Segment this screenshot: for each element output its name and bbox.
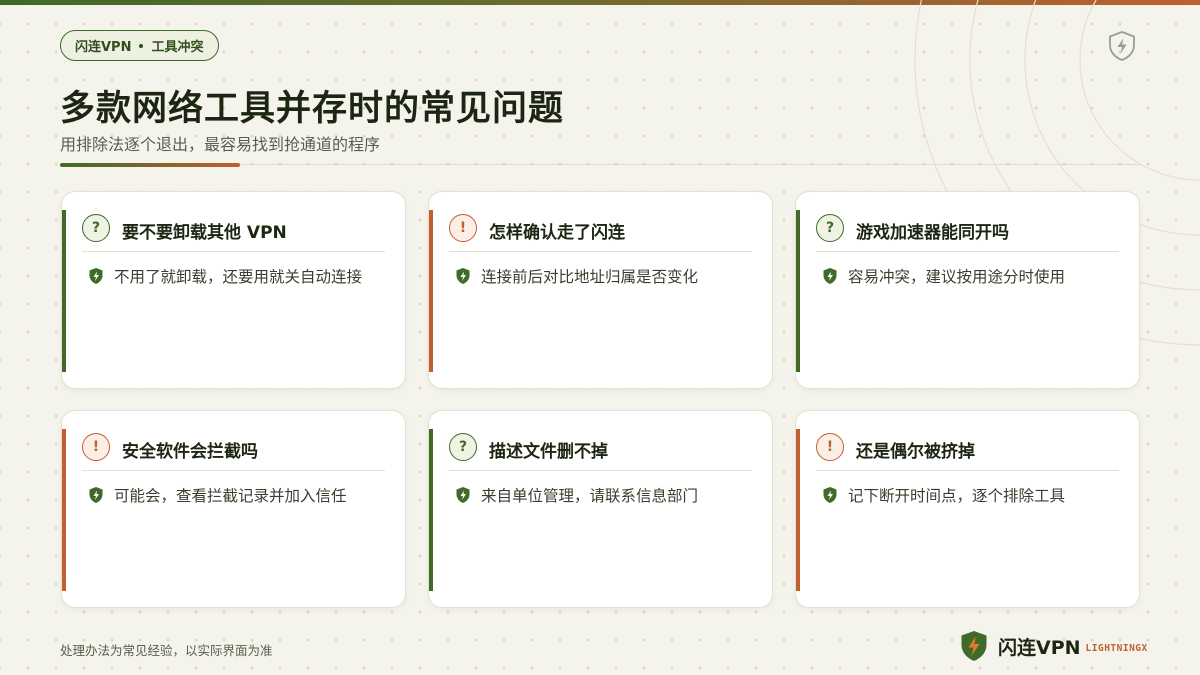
warning-icon: ! xyxy=(449,214,477,242)
tag-brand: 闪连VPN xyxy=(75,40,132,55)
top-gradient-strip xyxy=(0,0,1200,5)
shield-check-icon xyxy=(823,268,837,284)
faq-card: ! 还是偶尔被挤掉 记下断开时间点，逐个排除工具 xyxy=(795,410,1140,608)
topic-tag: 闪连VPN 工具冲突 xyxy=(60,30,219,61)
shield-check-icon xyxy=(456,268,470,284)
answer-text: 记下断开时间点，逐个排除工具 xyxy=(848,487,1066,505)
question-icon: ? xyxy=(816,214,844,242)
question-icon: ? xyxy=(82,214,110,242)
page-title: 多款网络工具并存时的常见问题 xyxy=(60,89,565,129)
warning-icon: ! xyxy=(816,433,844,461)
brand-english-name: LIGHTNINGX xyxy=(1085,642,1148,654)
card-answer: 记下断开时间点，逐个排除工具 xyxy=(822,483,1102,509)
card-accent-bar xyxy=(429,210,433,372)
card-question: 要不要卸载其他 VPN xyxy=(122,223,287,243)
faq-card: ! 安全软件会拦截吗 可能会，查看拦截记录并加入信任 xyxy=(61,410,406,608)
shield-check-icon xyxy=(89,487,103,503)
card-question: 安全软件会拦截吗 xyxy=(122,442,258,462)
warning-icon: ! xyxy=(82,433,110,461)
brand-name: 闪连VPN xyxy=(998,636,1081,659)
card-answer: 容易冲突，建议按用途分时使用 xyxy=(822,264,1102,290)
card-accent-bar xyxy=(62,210,66,372)
shield-check-icon xyxy=(89,268,103,284)
faq-card: ? 描述文件删不掉 来自单位管理，请联系信息部门 xyxy=(428,410,773,608)
tag-topic: 工具冲突 xyxy=(151,40,204,55)
title-accent-underline xyxy=(60,163,240,167)
faq-card: ? 游戏加速器能同开吗 容易冲突，建议按用途分时使用 xyxy=(795,191,1140,389)
card-accent-bar xyxy=(796,429,800,591)
card-question: 还是偶尔被挤掉 xyxy=(856,442,975,462)
page-subtitle: 用排除法逐个退出，最容易找到抢通道的程序 xyxy=(60,135,381,154)
faq-card: ! 怎样确认走了闪连 连接前后对比地址归属是否变化 xyxy=(428,191,773,389)
card-answer: 连接前后对比地址归属是否变化 xyxy=(455,264,735,290)
card-answer: 可能会，查看拦截记录并加入信任 xyxy=(88,483,368,509)
card-header: ! 安全软件会拦截吗 xyxy=(82,431,385,471)
card-header: ! 还是偶尔被挤掉 xyxy=(816,431,1119,471)
answer-text: 可能会，查看拦截记录并加入信任 xyxy=(114,487,347,505)
tag-separator-dot xyxy=(139,43,144,48)
shield-check-icon xyxy=(456,487,470,503)
card-question: 怎样确认走了闪连 xyxy=(489,223,625,243)
card-accent-bar xyxy=(429,429,433,591)
faq-card: ? 要不要卸载其他 VPN 不用了就卸载，还要用就关自动连接 xyxy=(61,191,406,389)
shield-lightning-logo xyxy=(961,631,987,661)
shield-lightning-icon xyxy=(1109,31,1135,61)
card-header: ? 游戏加速器能同开吗 xyxy=(816,212,1119,252)
shield-check-icon xyxy=(823,487,837,503)
answer-text: 连接前后对比地址归属是否变化 xyxy=(481,268,699,286)
card-header: ! 怎样确认走了闪连 xyxy=(449,212,752,252)
card-answer: 来自单位管理，请联系信息部门 xyxy=(455,483,735,509)
card-header: ? 要不要卸载其他 VPN xyxy=(82,212,385,252)
answer-text: 来自单位管理，请联系信息部门 xyxy=(481,487,699,505)
card-question: 描述文件删不掉 xyxy=(489,442,608,462)
card-header: ? 描述文件删不掉 xyxy=(449,431,752,471)
card-question: 游戏加速器能同开吗 xyxy=(856,223,1009,243)
brand-lockup: 闪连VPN LIGHTNINGX xyxy=(960,630,1148,662)
footnote: 处理办法为常见经验，以实际界面为准 xyxy=(60,643,273,658)
answer-text: 不用了就卸载，还要用就关自动连接 xyxy=(114,268,363,286)
question-icon: ? xyxy=(449,433,477,461)
card-answer: 不用了就卸载，还要用就关自动连接 xyxy=(88,264,368,290)
answer-text: 容易冲突，建议按用途分时使用 xyxy=(848,268,1066,286)
card-accent-bar xyxy=(62,429,66,591)
card-accent-bar xyxy=(796,210,800,372)
